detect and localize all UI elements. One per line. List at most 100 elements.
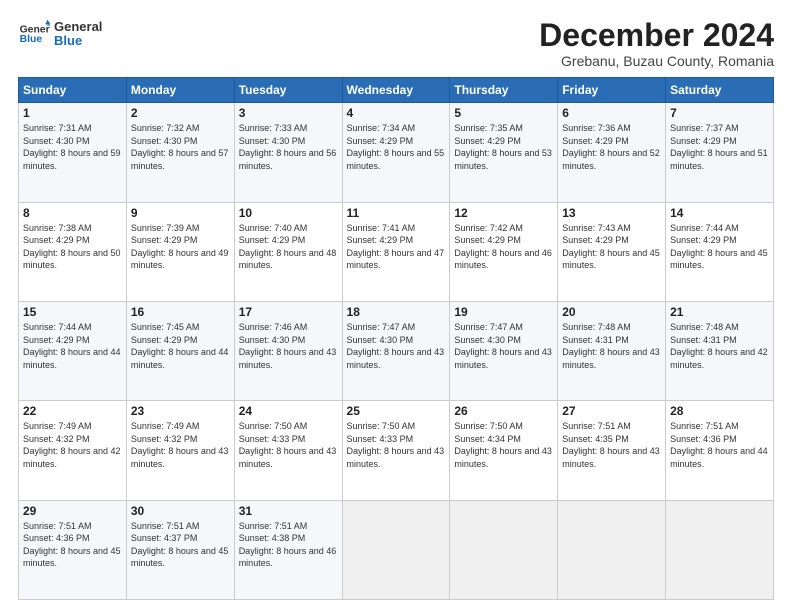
day-number: 29 [23,504,122,518]
day-info: Sunrise: 7:40 AM Sunset: 4:29 PM Dayligh… [239,222,338,272]
day-cell: 5 Sunrise: 7:35 AM Sunset: 4:29 PM Dayli… [450,103,558,202]
day-info: Sunrise: 7:51 AM Sunset: 4:37 PM Dayligh… [131,520,230,570]
day-info: Sunrise: 7:50 AM Sunset: 4:33 PM Dayligh… [239,420,338,470]
day-number: 23 [131,404,230,418]
day-number: 1 [23,106,122,120]
day-info: Sunrise: 7:44 AM Sunset: 4:29 PM Dayligh… [670,222,769,272]
logo-icon: General Blue [18,18,50,50]
day-cell: 28 Sunrise: 7:51 AM Sunset: 4:36 PM Dayl… [666,401,774,500]
col-header-sunday: Sunday [19,78,127,103]
day-cell: 13 Sunrise: 7:43 AM Sunset: 4:29 PM Dayl… [558,202,666,301]
day-cell: 17 Sunrise: 7:46 AM Sunset: 4:30 PM Dayl… [234,301,342,400]
day-cell [558,500,666,599]
col-header-friday: Friday [558,78,666,103]
day-cell: 14 Sunrise: 7:44 AM Sunset: 4:29 PM Dayl… [666,202,774,301]
day-cell: 11 Sunrise: 7:41 AM Sunset: 4:29 PM Dayl… [342,202,450,301]
day-cell: 15 Sunrise: 7:44 AM Sunset: 4:29 PM Dayl… [19,301,127,400]
svg-text:Blue: Blue [20,34,43,45]
day-cell: 7 Sunrise: 7:37 AM Sunset: 4:29 PM Dayli… [666,103,774,202]
day-number: 16 [131,305,230,319]
day-cell: 6 Sunrise: 7:36 AM Sunset: 4:29 PM Dayli… [558,103,666,202]
subtitle: Grebanu, Buzau County, Romania [539,53,774,69]
day-number: 24 [239,404,338,418]
day-number: 13 [562,206,661,220]
day-info: Sunrise: 7:39 AM Sunset: 4:29 PM Dayligh… [131,222,230,272]
day-cell: 20 Sunrise: 7:48 AM Sunset: 4:31 PM Dayl… [558,301,666,400]
day-number: 20 [562,305,661,319]
day-number: 6 [562,106,661,120]
day-cell: 1 Sunrise: 7:31 AM Sunset: 4:30 PM Dayli… [19,103,127,202]
col-header-saturday: Saturday [666,78,774,103]
day-number: 18 [347,305,446,319]
col-header-wednesday: Wednesday [342,78,450,103]
col-header-thursday: Thursday [450,78,558,103]
day-cell: 9 Sunrise: 7:39 AM Sunset: 4:29 PM Dayli… [126,202,234,301]
day-number: 2 [131,106,230,120]
logo: General Blue General Blue [18,18,102,50]
day-number: 15 [23,305,122,319]
header: General Blue General Blue December 2024 … [18,18,774,69]
day-info: Sunrise: 7:47 AM Sunset: 4:30 PM Dayligh… [454,321,553,371]
day-info: Sunrise: 7:31 AM Sunset: 4:30 PM Dayligh… [23,122,122,172]
day-cell: 21 Sunrise: 7:48 AM Sunset: 4:31 PM Dayl… [666,301,774,400]
week-row-5: 29 Sunrise: 7:51 AM Sunset: 4:36 PM Dayl… [19,500,774,599]
day-info: Sunrise: 7:37 AM Sunset: 4:29 PM Dayligh… [670,122,769,172]
day-info: Sunrise: 7:45 AM Sunset: 4:29 PM Dayligh… [131,321,230,371]
logo-blue: Blue [54,34,102,48]
day-cell: 26 Sunrise: 7:50 AM Sunset: 4:34 PM Dayl… [450,401,558,500]
day-cell: 18 Sunrise: 7:47 AM Sunset: 4:30 PM Dayl… [342,301,450,400]
day-info: Sunrise: 7:42 AM Sunset: 4:29 PM Dayligh… [454,222,553,272]
day-cell: 31 Sunrise: 7:51 AM Sunset: 4:38 PM Dayl… [234,500,342,599]
week-row-1: 1 Sunrise: 7:31 AM Sunset: 4:30 PM Dayli… [19,103,774,202]
day-number: 31 [239,504,338,518]
day-info: Sunrise: 7:49 AM Sunset: 4:32 PM Dayligh… [131,420,230,470]
day-number: 30 [131,504,230,518]
day-info: Sunrise: 7:46 AM Sunset: 4:30 PM Dayligh… [239,321,338,371]
day-cell: 16 Sunrise: 7:45 AM Sunset: 4:29 PM Dayl… [126,301,234,400]
day-number: 10 [239,206,338,220]
day-info: Sunrise: 7:51 AM Sunset: 4:35 PM Dayligh… [562,420,661,470]
day-info: Sunrise: 7:34 AM Sunset: 4:29 PM Dayligh… [347,122,446,172]
day-info: Sunrise: 7:38 AM Sunset: 4:29 PM Dayligh… [23,222,122,272]
day-info: Sunrise: 7:50 AM Sunset: 4:33 PM Dayligh… [347,420,446,470]
title-section: December 2024 Grebanu, Buzau County, Rom… [539,18,774,69]
day-number: 28 [670,404,769,418]
day-info: Sunrise: 7:32 AM Sunset: 4:30 PM Dayligh… [131,122,230,172]
day-cell: 29 Sunrise: 7:51 AM Sunset: 4:36 PM Dayl… [19,500,127,599]
day-cell: 23 Sunrise: 7:49 AM Sunset: 4:32 PM Dayl… [126,401,234,500]
day-number: 17 [239,305,338,319]
day-info: Sunrise: 7:43 AM Sunset: 4:29 PM Dayligh… [562,222,661,272]
day-number: 22 [23,404,122,418]
day-number: 26 [454,404,553,418]
day-info: Sunrise: 7:51 AM Sunset: 4:36 PM Dayligh… [23,520,122,570]
day-info: Sunrise: 7:49 AM Sunset: 4:32 PM Dayligh… [23,420,122,470]
day-info: Sunrise: 7:50 AM Sunset: 4:34 PM Dayligh… [454,420,553,470]
day-info: Sunrise: 7:35 AM Sunset: 4:29 PM Dayligh… [454,122,553,172]
day-cell: 27 Sunrise: 7:51 AM Sunset: 4:35 PM Dayl… [558,401,666,500]
header-row: SundayMondayTuesdayWednesdayThursdayFrid… [19,78,774,103]
day-number: 11 [347,206,446,220]
day-info: Sunrise: 7:33 AM Sunset: 4:30 PM Dayligh… [239,122,338,172]
day-number: 12 [454,206,553,220]
day-number: 27 [562,404,661,418]
day-number: 5 [454,106,553,120]
day-cell: 25 Sunrise: 7:50 AM Sunset: 4:33 PM Dayl… [342,401,450,500]
logo-general: General [54,20,102,34]
day-cell: 24 Sunrise: 7:50 AM Sunset: 4:33 PM Dayl… [234,401,342,500]
week-row-3: 15 Sunrise: 7:44 AM Sunset: 4:29 PM Dayl… [19,301,774,400]
day-cell [342,500,450,599]
day-cell: 3 Sunrise: 7:33 AM Sunset: 4:30 PM Dayli… [234,103,342,202]
week-row-4: 22 Sunrise: 7:49 AM Sunset: 4:32 PM Dayl… [19,401,774,500]
day-info: Sunrise: 7:41 AM Sunset: 4:29 PM Dayligh… [347,222,446,272]
day-number: 19 [454,305,553,319]
day-info: Sunrise: 7:47 AM Sunset: 4:30 PM Dayligh… [347,321,446,371]
day-cell: 2 Sunrise: 7:32 AM Sunset: 4:30 PM Dayli… [126,103,234,202]
day-number: 7 [670,106,769,120]
day-cell: 30 Sunrise: 7:51 AM Sunset: 4:37 PM Dayl… [126,500,234,599]
day-cell [450,500,558,599]
day-cell [666,500,774,599]
day-cell: 10 Sunrise: 7:40 AM Sunset: 4:29 PM Dayl… [234,202,342,301]
page: General Blue General Blue December 2024 … [0,0,792,612]
day-number: 4 [347,106,446,120]
day-number: 9 [131,206,230,220]
